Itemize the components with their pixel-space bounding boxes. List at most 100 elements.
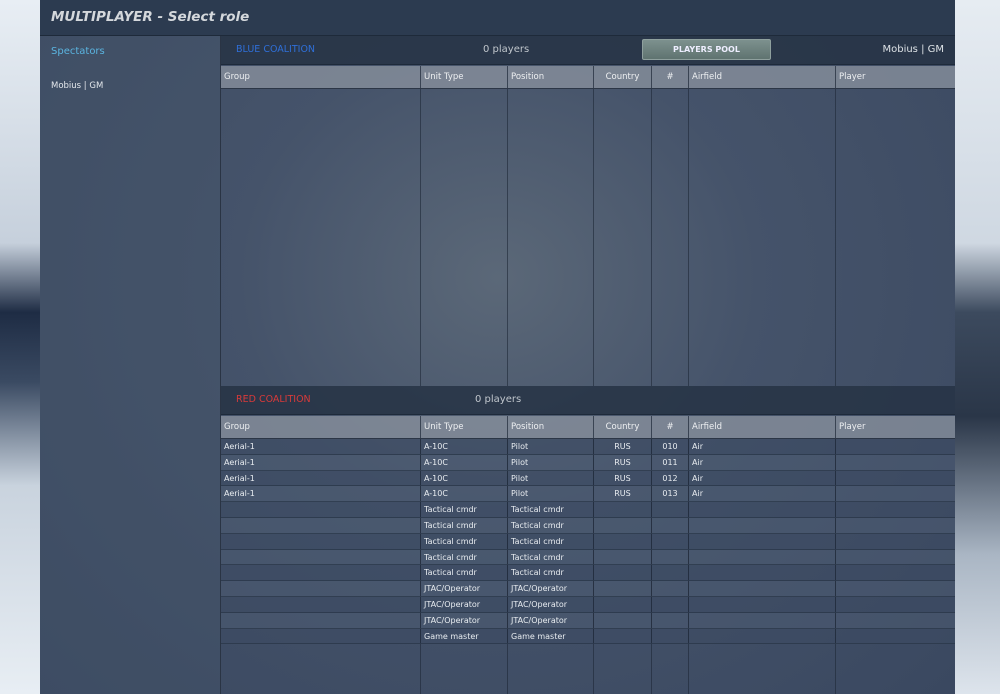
cell-group: Aerial-1 [221,470,421,486]
cell-country [594,549,652,565]
col-player[interactable]: Player [836,416,955,438]
blue-table-header: Group Unit Type Position Country # Airfi… [221,66,955,89]
cell-position: Pilot [508,454,594,470]
cell-player [836,486,955,501]
blue-coalition-label[interactable]: BLUE COALITION [236,44,315,55]
cell-position: Tactical cmdr [508,533,594,549]
table-row[interactable]: Aerial-1 A-10C Pilot RUS 010 Air [221,439,955,455]
cell-group [221,565,421,581]
cell-group [221,533,421,549]
blue-table-body [221,89,955,386]
cell-airfield: Air [689,486,836,502]
spectators-button[interactable]: Spectators [51,46,105,57]
cell-country [594,517,652,533]
cell-player [836,581,955,596]
cell-player [836,613,955,628]
cell-unit-type: Tactical cmdr [421,517,508,533]
cell-player [836,455,955,470]
cell-group [221,549,421,565]
blue-coalition-header: BLUE COALITION 0 players PLAYERS POOL Mo… [221,36,955,65]
cell-airfield: Air [689,454,836,470]
cell-player [836,565,955,580]
table-row[interactable]: Aerial-1 A-10C Pilot RUS 011 Air [221,454,955,471]
window-title: MULTIPLAYER - Select role [51,9,250,25]
col-position[interactable]: Position [508,416,594,438]
col-number[interactable]: # [652,66,689,88]
cell-airfield: Air [689,439,836,454]
cell-position: Pilot [508,439,594,454]
table-row[interactable]: Tactical cmdr Tactical cmdr [221,502,955,518]
table-row[interactable]: Tactical cmdr Tactical cmdr [221,533,955,550]
spectator-item[interactable]: Mobius | GM [51,81,103,91]
cell-unit-type: A-10C [421,454,508,470]
cell-unit-type: Game master [421,628,508,644]
cell-unit-type: Tactical cmdr [421,565,508,581]
table-row[interactable]: Aerial-1 A-10C Pilot RUS 013 Air [221,486,955,503]
table-row[interactable]: JTAC/Operator JTAC/Operator [221,581,955,597]
cell-number [652,581,689,596]
cell-position: Game master [508,628,594,644]
cell-number [652,502,689,517]
table-row[interactable]: JTAC/Operator JTAC/Operator [221,612,955,629]
col-group[interactable]: Group [221,66,421,88]
cell-group: Aerial-1 [221,439,421,454]
cell-country [594,581,652,596]
cell-country: RUS [594,439,652,454]
cell-airfield [689,628,836,644]
cell-number [652,565,689,581]
cell-group [221,502,421,517]
col-airfield[interactable]: Airfield [689,66,836,88]
cell-player [836,629,955,644]
col-player[interactable]: Player [836,66,955,88]
col-unit-type[interactable]: Unit Type [421,416,508,438]
players-pool-button[interactable]: PLAYERS POOL [642,39,771,60]
cell-unit-type: A-10C [421,486,508,502]
col-position[interactable]: Position [508,66,594,88]
col-airfield[interactable]: Airfield [689,416,836,438]
cell-number: 013 [652,486,689,502]
col-number[interactable]: # [652,416,689,438]
cell-position: Pilot [508,486,594,502]
cell-country: RUS [594,470,652,486]
title-bar: MULTIPLAYER - Select role [40,0,955,36]
col-country[interactable]: Country [594,416,652,438]
cell-player [836,597,955,612]
cell-country [594,628,652,644]
cell-unit-type: Tactical cmdr [421,549,508,565]
cell-position: JTAC/Operator [508,581,594,596]
red-table-header: Group Unit Type Position Country # Airfi… [221,416,955,439]
cell-position: JTAC/Operator [508,596,594,612]
cell-number [652,628,689,644]
red-coalition-label[interactable]: RED COALITION [236,394,311,405]
select-role-window: MULTIPLAYER - Select role Spectators Mob… [40,0,955,694]
cell-group [221,581,421,596]
cell-unit-type: JTAC/Operator [421,581,508,596]
cell-number [652,596,689,612]
blue-table: Group Unit Type Position Country # Airfi… [221,66,955,89]
cell-group [221,596,421,612]
cell-number [652,549,689,565]
cell-airfield [689,596,836,612]
table-row[interactable]: Tactical cmdr Tactical cmdr [221,517,955,534]
table-row[interactable]: JTAC/Operator JTAC/Operator [221,596,955,613]
cell-country: RUS [594,486,652,502]
col-unit-type[interactable]: Unit Type [421,66,508,88]
cell-unit-type: Tactical cmdr [421,533,508,549]
cell-airfield [689,612,836,628]
table-row[interactable]: Tactical cmdr Tactical cmdr [221,565,955,582]
cell-number [652,533,689,549]
table-row[interactable]: Aerial-1 A-10C Pilot RUS 012 Air [221,470,955,487]
cell-position: Tactical cmdr [508,502,594,517]
table-row[interactable]: Tactical cmdr Tactical cmdr [221,549,955,566]
cell-player [836,534,955,549]
cell-airfield [689,549,836,565]
col-country[interactable]: Country [594,66,652,88]
background-clouds-left [0,0,40,694]
table-row[interactable]: Game master Game master [221,628,955,645]
cell-country [594,612,652,628]
current-user: Mobius | GM [882,44,944,55]
cell-airfield [689,517,836,533]
col-group[interactable]: Group [221,416,421,438]
cell-number: 011 [652,454,689,470]
spectators-panel: Spectators Mobius | GM [40,36,221,694]
